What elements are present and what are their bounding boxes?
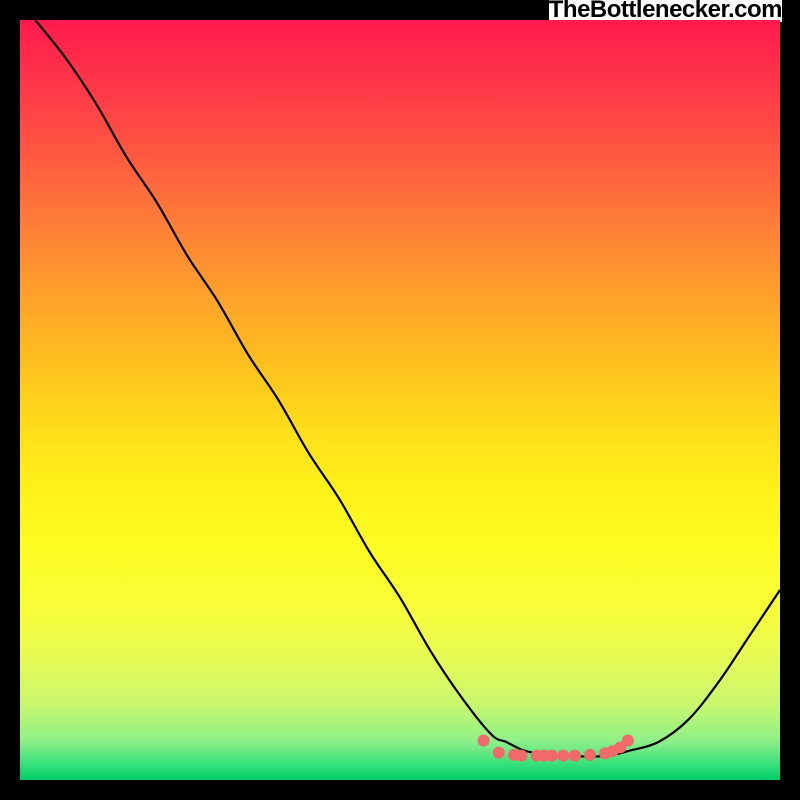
chart-frame	[20, 20, 780, 780]
plot-area	[20, 20, 780, 780]
gradient-background	[20, 20, 780, 780]
attribution-text: TheBottlenecker.com	[549, 0, 782, 22]
